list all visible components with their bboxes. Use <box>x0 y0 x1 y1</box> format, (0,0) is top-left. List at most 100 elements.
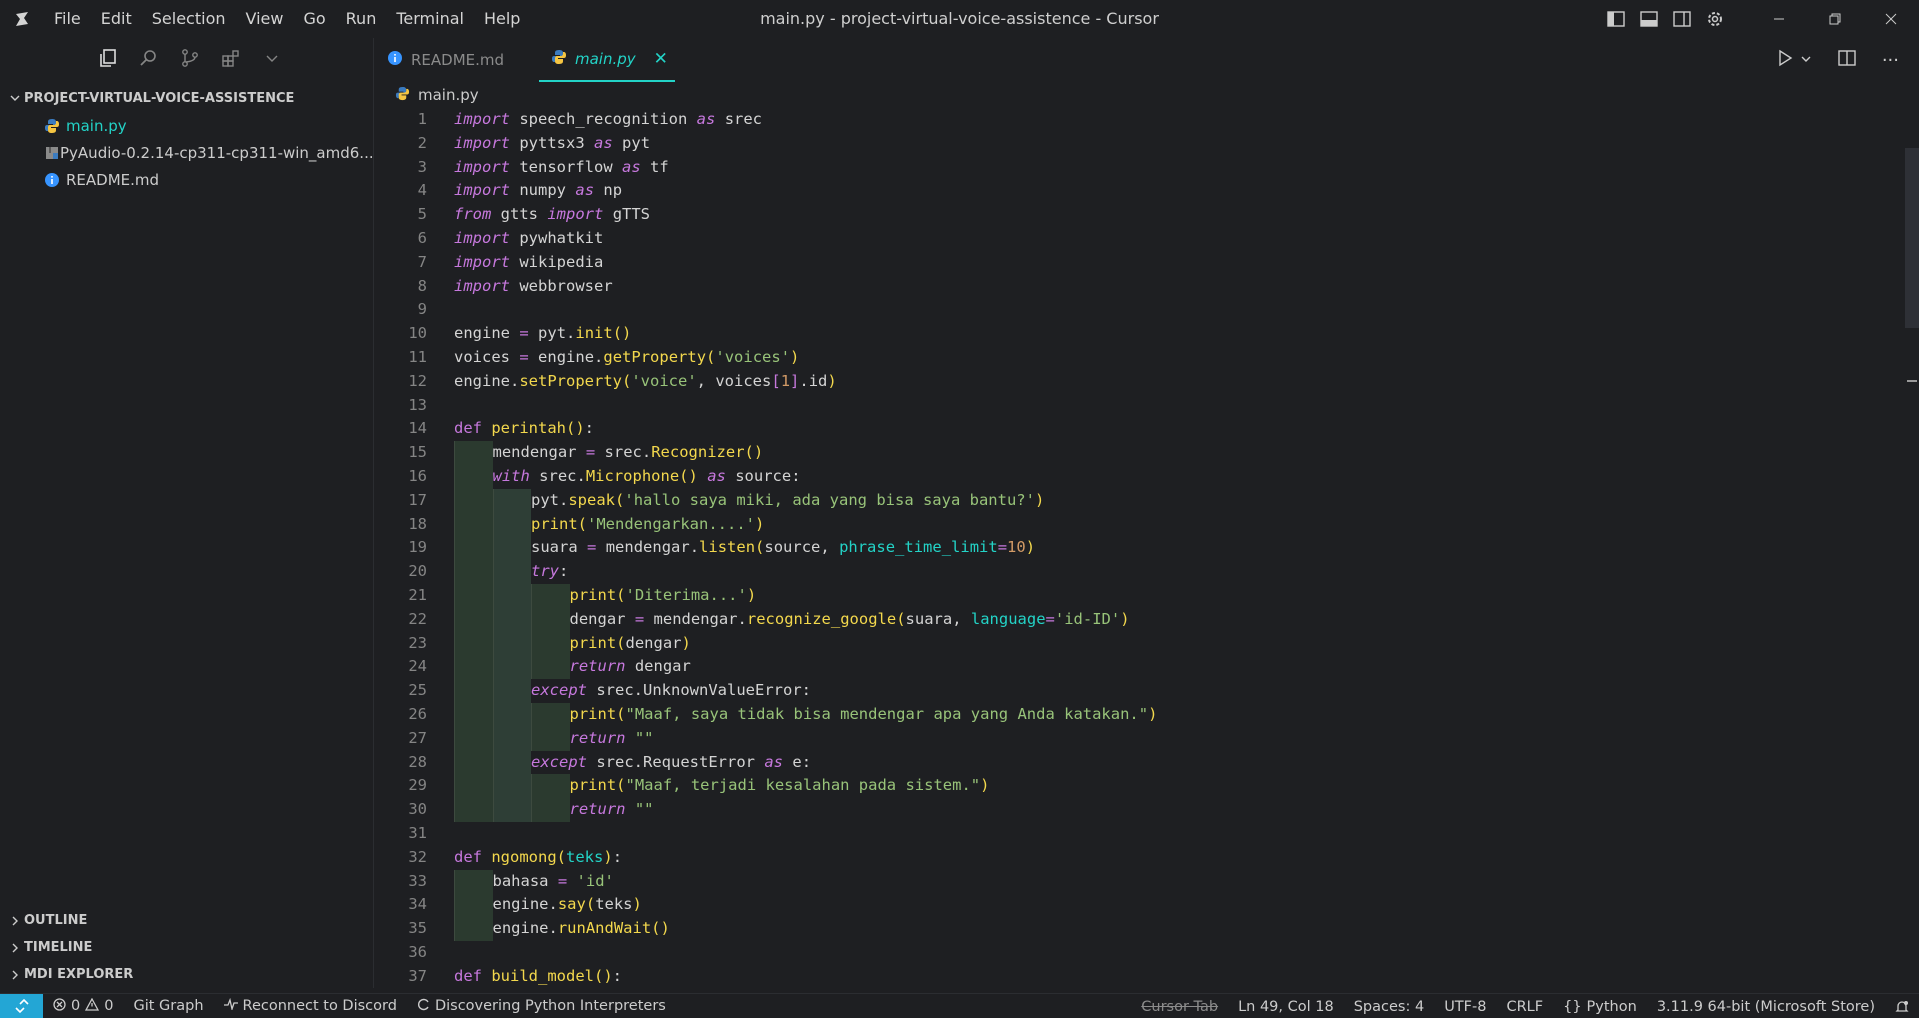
code-line: 3 import tensorflow as tf <box>375 156 1905 180</box>
extensions-icon[interactable] <box>215 43 246 74</box>
file-label-readme: README.md <box>66 170 160 189</box>
editor-tabs: README.md main.py ✕ ··· <box>375 38 1919 82</box>
info-file-icon <box>44 172 66 188</box>
end-of-line[interactable]: CRLF <box>1496 994 1553 1018</box>
vertical-scrollbar[interactable] <box>1905 108 1919 988</box>
menu-view[interactable]: View <box>236 0 294 38</box>
line-number: 20 <box>408 562 427 581</box>
error-icon <box>53 997 66 1015</box>
sidebar-activity-row <box>0 38 373 78</box>
source-control-icon[interactable] <box>174 43 205 74</box>
breadcrumb-file[interactable]: main.py <box>418 86 479 104</box>
line-number: 5 <box>417 205 427 224</box>
code-line: 30 return "" <box>375 798 1905 822</box>
split-editor-icon[interactable] <box>1838 50 1856 70</box>
code-line: 23 print(dengar) <box>375 631 1905 656</box>
code-line: 14 def perintah(): <box>375 417 1905 441</box>
code-line: 37 def build_model(): <box>375 965 1905 988</box>
line-number: 17 <box>408 490 427 509</box>
language-mode[interactable]: {} Python <box>1553 994 1647 1018</box>
title-bar: File Edit Selection View Go Run Terminal… <box>0 0 1919 38</box>
code-line: 29 print("Maaf, terjadi kesalahan pada si… <box>375 774 1905 799</box>
close-window-button[interactable] <box>1863 0 1919 38</box>
code-line: 16 with srec.Microphone() as source: <box>375 464 1905 489</box>
explorer-root-folder[interactable]: PROJECT-VIRTUAL-VOICE-ASSISTENCE <box>0 84 373 112</box>
menu-run[interactable]: Run <box>336 0 387 38</box>
line-number: 10 <box>408 324 427 343</box>
tab-readme[interactable]: README.md <box>375 38 539 82</box>
problems-indicator[interactable]: 0 0 <box>43 994 123 1018</box>
gear-icon[interactable] <box>1698 0 1731 38</box>
python-interpreter[interactable]: 3.11.9 64-bit (Microsoft Store) <box>1647 994 1885 1018</box>
timeline-section[interactable]: TIMELINE <box>0 934 374 961</box>
more-actions-icon[interactable]: ··· <box>1882 50 1899 71</box>
toggle-primary-sidebar-icon[interactable] <box>1599 0 1632 38</box>
chevron-down-icon[interactable] <box>256 43 287 74</box>
indentation[interactable]: Spaces: 4 <box>1344 994 1434 1018</box>
outline-section[interactable]: OUTLINE <box>0 907 374 934</box>
package-file-icon <box>44 145 60 161</box>
pulse-icon <box>223 997 238 1014</box>
line-number: 22 <box>408 609 427 628</box>
search-icon[interactable] <box>133 43 164 74</box>
python-file-icon <box>395 86 410 105</box>
code-line: 18 print('Mendengarkan....') <box>375 512 1905 537</box>
file-tree-item[interactable]: main.py <box>0 112 373 139</box>
remote-indicator[interactable] <box>0 993 43 1018</box>
file-tree-item[interactable]: PyAudio-0.2.14-cp311-cp311-win_amd6... <box>0 139 373 166</box>
toggle-secondary-sidebar-icon[interactable] <box>1665 0 1698 38</box>
run-icon[interactable] <box>1776 49 1794 71</box>
file-tree-item[interactable]: README.md <box>0 166 373 193</box>
chevron-down-icon[interactable] <box>1800 51 1812 69</box>
line-number: 35 <box>408 919 427 938</box>
code-line: 28 except srec.RequestError as e: <box>375 750 1905 775</box>
discord-reconnect-button[interactable]: Reconnect to Discord <box>214 994 407 1018</box>
menu-go[interactable]: Go <box>293 0 335 38</box>
braces-icon: {} <box>1563 998 1582 1015</box>
editor-area: README.md main.py ✕ ··· main.py 1 import… <box>375 38 1919 988</box>
cursor-logo-icon[interactable] <box>0 0 44 38</box>
encoding[interactable]: UTF-8 <box>1434 994 1496 1018</box>
menu-selection[interactable]: Selection <box>142 0 236 38</box>
root-folder-label: PROJECT-VIRTUAL-VOICE-ASSISTENCE <box>24 90 295 106</box>
notifications-bell-icon[interactable] <box>1885 994 1919 1018</box>
info-file-icon <box>387 50 403 70</box>
code-line: 35 engine.runAndWait() <box>375 917 1905 941</box>
menu-help[interactable]: Help <box>474 0 530 38</box>
line-number: 37 <box>408 966 427 985</box>
line-number: 26 <box>408 704 427 723</box>
line-number: 32 <box>408 847 427 866</box>
explorer-files-icon[interactable] <box>92 43 123 74</box>
line-number: 31 <box>408 823 427 842</box>
chevron-right-icon <box>6 915 24 927</box>
minimize-button[interactable] <box>1751 0 1807 38</box>
warning-count: 0 <box>104 998 114 1014</box>
close-icon[interactable]: ✕ <box>654 49 668 69</box>
menu-file[interactable]: File <box>44 0 91 38</box>
line-number: 29 <box>408 776 427 795</box>
code-editor[interactable]: 1 import speech_recognition as srec 2 impo… <box>375 108 1905 988</box>
line-number: 13 <box>408 395 427 414</box>
code-line: 1 import speech_recognition as srec <box>375 108 1905 132</box>
code-line: 10 engine = pyt.init() <box>375 322 1905 346</box>
line-number: 6 <box>417 228 427 247</box>
line-number: 16 <box>408 466 427 485</box>
timeline-label: TIMELINE <box>24 940 93 955</box>
mdi-explorer-section[interactable]: MDI EXPLORER <box>0 961 374 988</box>
status-bar: 0 0 Git Graph Reconnect to Discord Disco… <box>0 993 1919 1018</box>
tab-main-py[interactable]: main.py ✕ <box>539 38 675 82</box>
line-number: 12 <box>408 371 427 390</box>
line-number: 27 <box>408 728 427 747</box>
git-graph-button[interactable]: Git Graph <box>123 994 213 1018</box>
cursor-tab-toggle[interactable]: Cursor Tab <box>1131 994 1228 1018</box>
restore-button[interactable] <box>1807 0 1863 38</box>
menu-edit[interactable]: Edit <box>91 0 142 38</box>
cursor-position[interactable]: Ln 49, Col 18 <box>1228 994 1344 1018</box>
line-number: 15 <box>408 443 427 462</box>
code-line: 8 import webbrowser <box>375 275 1905 299</box>
menu-terminal[interactable]: Terminal <box>386 0 474 38</box>
code-line: 19 suara = mendengar.listen(source, phras… <box>375 536 1905 561</box>
toggle-panel-icon[interactable] <box>1632 0 1665 38</box>
line-number: 8 <box>417 276 427 295</box>
scrollbar-thumb[interactable] <box>1905 148 1919 328</box>
